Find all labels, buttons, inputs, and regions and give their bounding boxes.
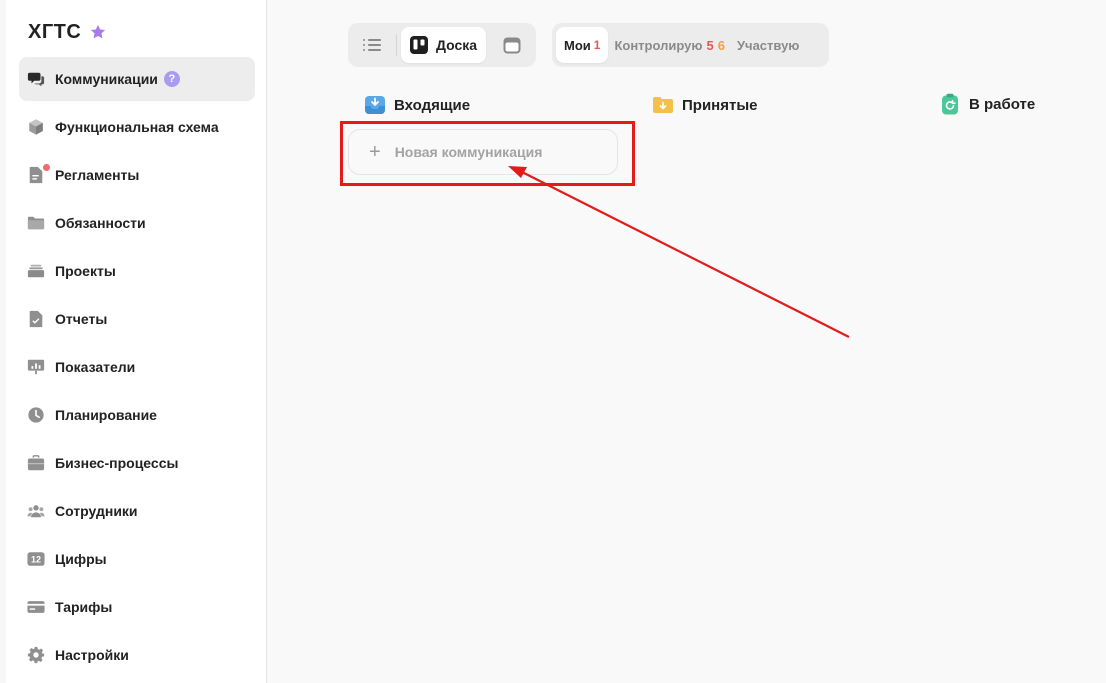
brand[interactable]: ХГТС [28, 20, 107, 44]
star-icon[interactable] [89, 23, 107, 41]
column-title: Входящие [394, 96, 471, 114]
cube-icon [27, 118, 45, 136]
sidebar: ХГТС Коммуникации ? Функциональная схема [0, 0, 268, 683]
sidebar-item-employees[interactable]: Сотрудники [19, 489, 255, 533]
sidebar-item-label: Проекты [55, 263, 116, 279]
calendar-view-button[interactable] [492, 27, 532, 63]
filter-control-count-overdue: 5 [706, 37, 714, 53]
sidebar-item-functional-scheme[interactable]: Функциональная схема [19, 105, 255, 149]
sidebar-item-label: Функциональная схема [55, 119, 219, 135]
card-icon [27, 598, 45, 616]
board-view-label: Доска [435, 37, 478, 53]
chat-icon [27, 70, 45, 88]
numbers-12-icon: 12 [27, 550, 45, 568]
sidebar-item-label: Тарифы [55, 599, 113, 615]
presentation-chart-icon [27, 358, 45, 376]
filter-control-tab[interactable]: Контролирую 5 6 [608, 27, 732, 63]
filter-control-count-pending: 6 [717, 37, 725, 53]
filter-mine-label: Мои [564, 37, 591, 53]
board-icon [409, 36, 428, 54]
sidebar-item-planning[interactable]: Планирование [19, 393, 255, 437]
folder-icon [27, 214, 45, 232]
sidebar-item-reports[interactable]: Отчеты [19, 297, 255, 341]
sidebar-item-settings[interactable]: Настройки [19, 633, 255, 677]
column-title: В работе [969, 95, 1036, 113]
main-content: Доска Мои 1 Контролирую 5 6 Участвую Вхо… [268, 0, 1106, 683]
view-switch: Доска [348, 23, 536, 67]
filter-control-label: Контролирую [614, 37, 703, 53]
sidebar-item-communications[interactable]: Коммуникации ? [19, 57, 255, 101]
filter-mine-tab[interactable]: Мои 1 [556, 27, 609, 63]
clipboard-refresh-icon [942, 93, 958, 115]
column-header-accepted: Принятые [652, 94, 757, 116]
filter-participate-tab[interactable]: Участвую [733, 27, 807, 63]
sidebar-item-label: Регламенты [55, 167, 140, 183]
filter-mine-count: 1 [593, 38, 601, 52]
annotation-highlight-box [340, 121, 635, 186]
sidebar-item-label: Цифры [55, 551, 107, 567]
clock-icon [27, 406, 45, 424]
sidebar-item-label: Сотрудники [55, 503, 138, 519]
document-icon [27, 164, 50, 184]
inbox-icon [365, 96, 385, 114]
sidebar-item-business-processes[interactable]: Бизнес-процессы [19, 441, 255, 485]
sidebar-item-label: Обязанности [55, 215, 146, 231]
sidebar-item-label: Планирование [55, 407, 157, 423]
sidebar-item-tariffs[interactable]: Тарифы [19, 585, 255, 629]
column-header-in-progress: В работе [939, 93, 1035, 115]
column-title: Принятые [682, 96, 758, 114]
sidebar-item-label: Показатели [55, 359, 136, 375]
sidebar-panel: ХГТС Коммуникации ? Функциональная схема [6, 0, 267, 683]
users-icon [27, 502, 45, 520]
briefcase-icon [27, 454, 45, 472]
notification-dot [43, 164, 50, 171]
sidebar-item-label: Бизнес-процессы [55, 455, 179, 471]
sidebar-item-label: Настройки [55, 647, 129, 663]
stack-icon [27, 262, 45, 280]
board-view-button[interactable]: Доска [400, 27, 487, 63]
sidebar-item-projects[interactable]: Проекты [19, 249, 255, 293]
company-name: ХГТС [28, 20, 82, 43]
filter-participate-label: Участвую [736, 37, 800, 53]
sidebar-item-numbers[interactable]: 12 Цифры [19, 537, 255, 581]
report-check-icon [27, 310, 45, 328]
folder-download-icon [653, 97, 673, 113]
calendar-icon [503, 37, 521, 54]
sidebar-item-label: Коммуникации [55, 71, 158, 87]
ownership-filter: Мои 1 Контролирую 5 6 Участвую [552, 23, 829, 67]
sidebar-item-label: Отчеты [55, 311, 108, 327]
column-header-incoming: Входящие [364, 94, 470, 116]
sidebar-item-regulations[interactable]: Регламенты [19, 153, 255, 197]
list-view-button[interactable] [352, 27, 392, 63]
gear-icon [27, 646, 45, 664]
sidebar-item-indicators[interactable]: Показатели [19, 345, 255, 389]
help-icon[interactable]: ? [163, 71, 180, 87]
numbers-icon-text: 12 [31, 555, 41, 565]
sidebar-item-duties[interactable]: Обязанности [19, 201, 255, 245]
sidebar-nav: Коммуникации ? Функциональная схема Регл… [19, 57, 255, 681]
divider [395, 34, 397, 56]
list-icon [362, 39, 381, 51]
